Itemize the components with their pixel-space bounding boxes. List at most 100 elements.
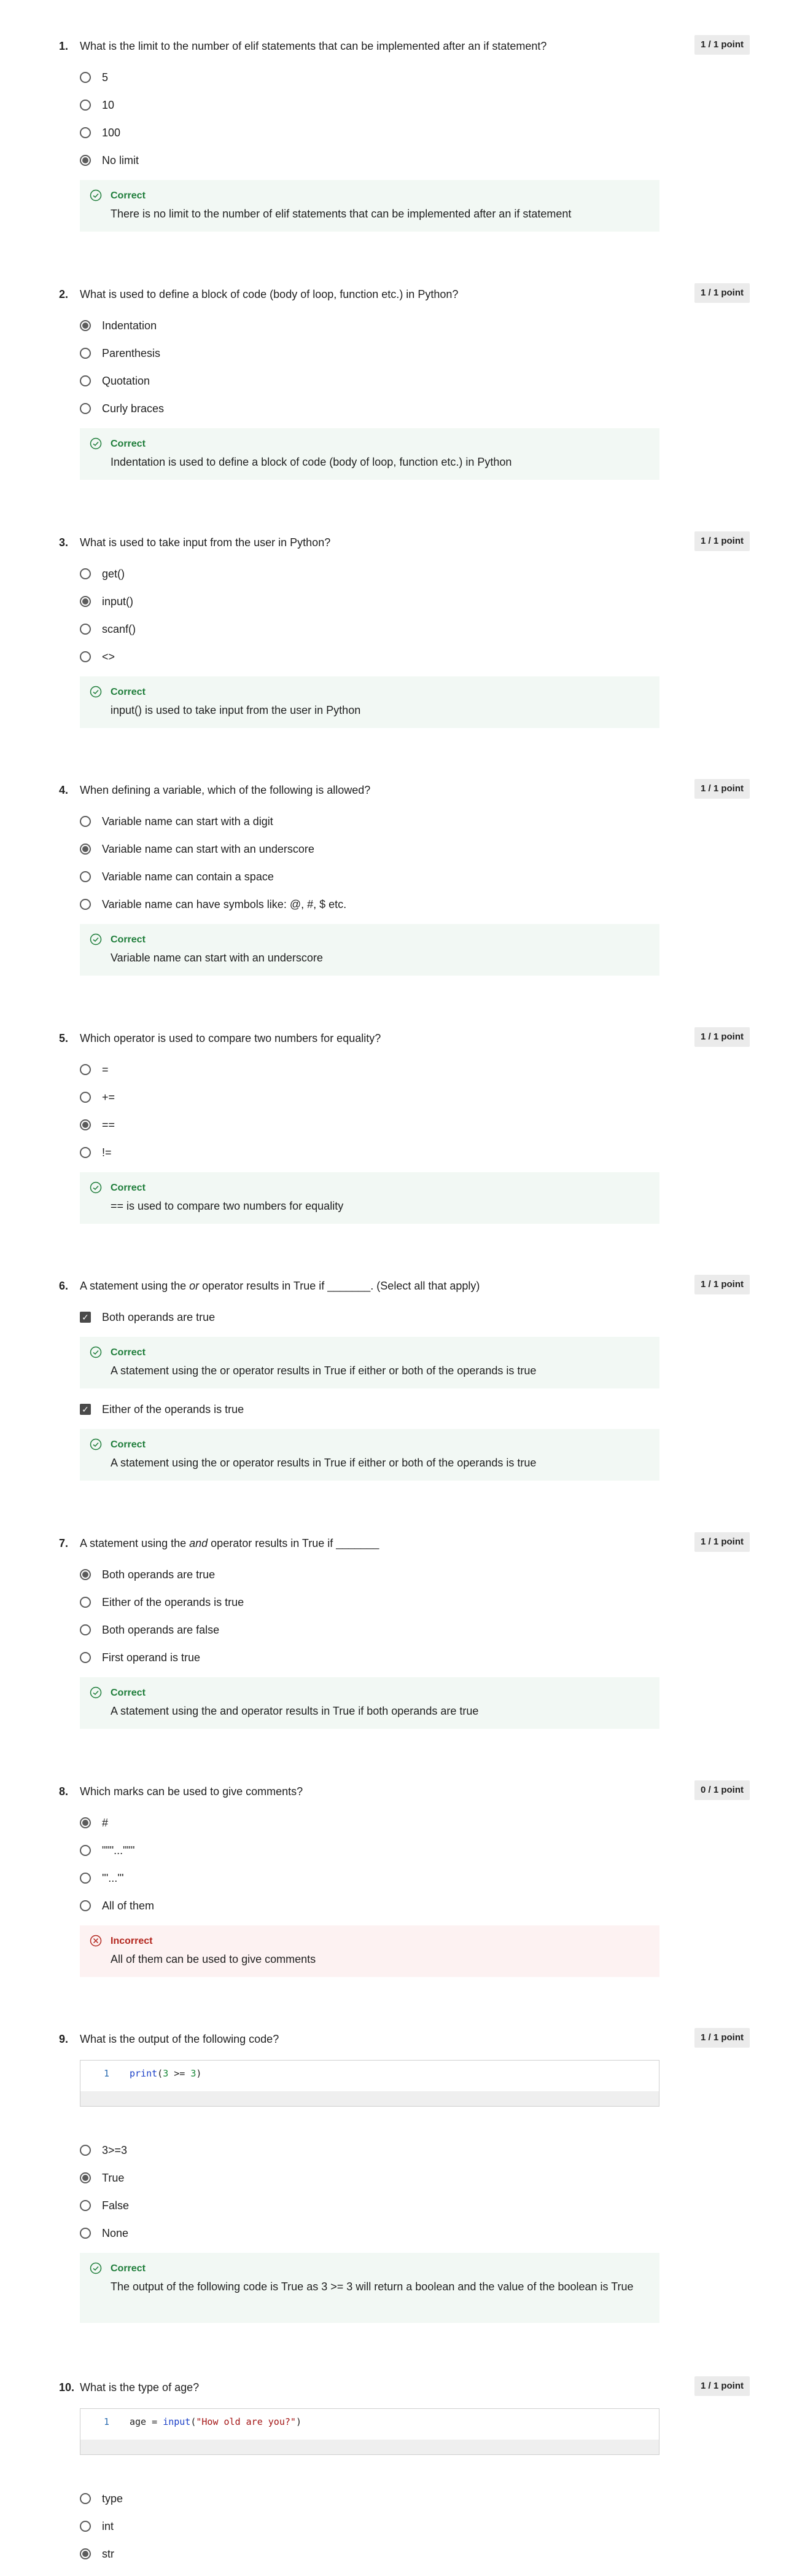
option-radio[interactable]: 5 (80, 69, 108, 85)
option-label: == (102, 1119, 115, 1131)
radio-unchecked-icon[interactable] (80, 1064, 91, 1075)
option-radio[interactable]: Both operands are false (80, 1622, 219, 1638)
option-radio[interactable]: scanf() (80, 621, 136, 637)
option-label: No limit (102, 154, 139, 166)
radio-unchecked-icon[interactable] (80, 624, 91, 635)
option-radio[interactable]: None (80, 2225, 128, 2241)
radio-unchecked-icon[interactable] (80, 1147, 91, 1158)
radio-checked-icon[interactable] (80, 844, 91, 855)
option-radio[interactable]: All of them (80, 1898, 154, 1914)
option-radio[interactable]: Curly braces (80, 401, 164, 417)
option-radio[interactable]: = (80, 1062, 109, 1078)
question-text: What is used to define a block of code (… (80, 288, 459, 300)
feedback-correct: Correct Indentation is used to define a … (80, 428, 659, 480)
option-radio[interactable]: Variable name can start with an undersco… (80, 841, 314, 857)
option-radio[interactable]: No limit (80, 152, 139, 168)
option-radio[interactable]: int (80, 2518, 114, 2534)
radio-unchecked-icon[interactable] (80, 2228, 91, 2239)
option-radio[interactable]: Variable name can have symbols like: @, … (80, 896, 346, 912)
radio-unchecked-icon[interactable] (80, 375, 91, 386)
radio-checked-icon[interactable] (80, 320, 91, 331)
option-radio[interactable]: Either of the operands is true (80, 1594, 244, 1610)
option-checkbox[interactable]: ✓ Both operands are true (80, 1309, 215, 1325)
option-label: First operand is true (102, 1651, 201, 1664)
question-number: 4. (59, 784, 69, 796)
option-radio[interactable]: != (80, 1145, 112, 1161)
option-radio[interactable]: # (80, 1815, 108, 1831)
option-radio[interactable]: <> (80, 649, 115, 665)
question-text: A statement using the or operator result… (80, 1280, 480, 1292)
option-radio[interactable]: str (80, 2546, 114, 2562)
feedback-status: Correct (111, 1183, 146, 1193)
code-footer (80, 2440, 659, 2454)
option-radio[interactable]: Both operands are true (80, 1567, 215, 1583)
check-circle-icon (90, 933, 102, 945)
option-radio[interactable]: '''...''' (80, 1870, 124, 1886)
feedback-incorrect: Incorrect All of them can be used to giv… (80, 1925, 659, 1977)
option-label: input() (102, 595, 134, 608)
option-radio[interactable]: """...""" (80, 1842, 134, 1858)
checkbox-checked-icon[interactable]: ✓ (80, 1312, 91, 1323)
radio-unchecked-icon[interactable] (80, 1597, 91, 1608)
radio-unchecked-icon[interactable] (80, 871, 91, 882)
option-radio[interactable]: Quotation (80, 373, 150, 389)
option-radio[interactable]: input() (80, 593, 133, 609)
check-circle-icon (90, 686, 102, 698)
radio-unchecked-icon[interactable] (80, 127, 91, 138)
radio-checked-icon[interactable] (80, 1569, 91, 1580)
radio-unchecked-icon[interactable] (80, 568, 91, 579)
option-label: Both operands are false (102, 1624, 220, 1636)
checkbox-checked-icon[interactable]: ✓ (80, 1404, 91, 1415)
radio-unchecked-icon[interactable] (80, 1900, 91, 1911)
option-radio[interactable]: Variable name can contain a space (80, 869, 274, 885)
radio-unchecked-icon[interactable] (80, 1624, 91, 1635)
radio-checked-icon[interactable] (80, 2172, 91, 2183)
radio-checked-icon[interactable] (80, 1817, 91, 1828)
radio-unchecked-icon[interactable] (80, 2521, 91, 2532)
radio-unchecked-icon[interactable] (80, 899, 91, 910)
radio-checked-icon[interactable] (80, 596, 91, 607)
question-text: What is the limit to the number of elif … (80, 40, 547, 52)
option-radio[interactable]: False (80, 2198, 129, 2214)
line-number: 1 (104, 2416, 110, 2427)
radio-unchecked-icon[interactable] (80, 1873, 91, 1884)
feedback-status: Correct (111, 1439, 146, 1450)
radio-unchecked-icon[interactable] (80, 651, 91, 662)
option-radio[interactable]: type (80, 2491, 123, 2507)
question-text: Which operator is used to compare two nu… (80, 1032, 381, 1044)
option-radio[interactable]: get() (80, 566, 125, 582)
feedback-text: Indentation is used to define a block of… (111, 456, 512, 468)
question-number: 9. (59, 2033, 69, 2045)
option-label: 100 (102, 127, 121, 139)
quiz-results: 1. What is the limit to the number of el… (0, 0, 805, 2576)
radio-checked-icon[interactable] (80, 2548, 91, 2559)
feedback-text: There is no limit to the number of elif … (111, 208, 572, 220)
radio-unchecked-icon[interactable] (80, 1845, 91, 1856)
option-radio[interactable]: += (80, 1089, 115, 1105)
option-radio[interactable]: 100 (80, 125, 120, 141)
radio-unchecked-icon[interactable] (80, 100, 91, 111)
feedback-text: All of them can be used to give comments (111, 1953, 316, 1965)
question-number: 7. (59, 1537, 69, 1549)
radio-unchecked-icon[interactable] (80, 348, 91, 359)
radio-unchecked-icon[interactable] (80, 72, 91, 83)
option-radio[interactable]: Variable name can start with a digit (80, 813, 273, 829)
radio-checked-icon[interactable] (80, 155, 91, 166)
option-radio[interactable]: == (80, 1117, 115, 1133)
radio-unchecked-icon[interactable] (80, 2145, 91, 2156)
radio-unchecked-icon[interactable] (80, 403, 91, 414)
option-radio[interactable]: First operand is true (80, 1650, 200, 1666)
radio-unchecked-icon[interactable] (80, 2493, 91, 2504)
option-radio[interactable]: True (80, 2170, 124, 2186)
option-radio[interactable]: 10 (80, 97, 114, 113)
radio-unchecked-icon[interactable] (80, 1652, 91, 1663)
option-radio[interactable]: 3>=3 (80, 2142, 127, 2158)
option-radio[interactable]: Parenthesis (80, 345, 160, 361)
option-label: Both operands are true (102, 1311, 216, 1323)
radio-unchecked-icon[interactable] (80, 2200, 91, 2211)
radio-unchecked-icon[interactable] (80, 816, 91, 827)
radio-checked-icon[interactable] (80, 1119, 91, 1130)
option-checkbox[interactable]: ✓ Either of the operands is true (80, 1401, 244, 1417)
option-radio[interactable]: Indentation (80, 318, 157, 334)
radio-unchecked-icon[interactable] (80, 1092, 91, 1103)
